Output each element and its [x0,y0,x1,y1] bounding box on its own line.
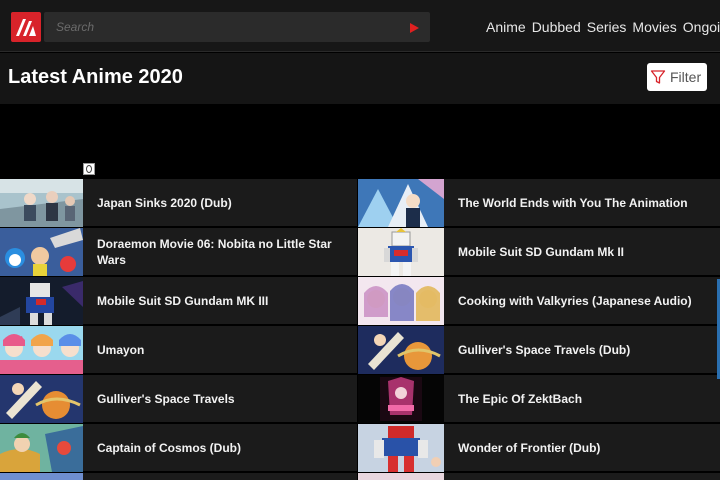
thumbnail [0,277,83,325]
item-title: Japan Sinks 2020 (Dub) [97,196,232,210]
list-item[interactable]: The World Ends with You The Animation [358,179,720,227]
play-triangle-icon[interactable] [408,21,420,33]
thumbnail [358,375,444,423]
list-item[interactable]: Gulliver's Space Travels (Dub) [358,326,720,374]
item-title: Captain of Cosmos (Dub) [97,441,241,455]
thumbnail [358,326,444,374]
list-item[interactable]: Captain of Cosmos (Dub) [0,424,357,472]
item-title: Wonder of Frontier (Dub) [458,441,601,455]
thumbnail [358,179,444,227]
search-input[interactable] [44,12,394,42]
list-item[interactable]: Japan Sinks 2020 (Dub) [0,179,357,227]
thumbnail [358,277,444,325]
info-icon[interactable] [83,163,95,175]
list-item[interactable]: Cooking with Valkyries (Japanese Audio) [358,277,720,325]
site-logo-icon[interactable] [11,12,41,42]
thumbnail [0,375,83,423]
thumbnail [358,424,444,472]
list-item[interactable] [358,473,720,480]
item-title: The World Ends with You The Animation [458,196,688,210]
nav-movies[interactable]: Movies [632,17,676,35]
list-item[interactable]: Wonder of Frontier (Dub) [358,424,720,472]
thumbnail [0,179,83,227]
item-title: Mobile Suit SD Gundam MK III [97,294,269,308]
nav-series[interactable]: Series [587,17,627,35]
list-item[interactable] [0,473,357,480]
site-header: Anime Dubbed Series Movies Ongoing [0,0,720,52]
list-item[interactable]: The Epic Of ZektBach [358,375,720,423]
item-title: Cooking with Valkyries (Japanese Audio) [458,294,692,308]
nav-dubbed[interactable]: Dubbed [532,17,581,35]
filter-label: Filter [670,69,702,85]
thumbnail [0,326,83,374]
page-title: Latest Anime 2020 [8,66,183,88]
thumbnail [358,228,444,276]
list-item[interactable]: Umayon [0,326,357,374]
title-bar: Latest Anime 2020 Filter [0,53,720,104]
list-item[interactable]: Mobile Suit SD Gundam Mk II [358,228,720,276]
thumbnail [0,228,83,276]
ad-banner [0,104,720,179]
item-title: Gulliver's Space Travels [97,392,235,406]
list-item[interactable]: Gulliver's Space Travels [0,375,357,423]
item-title: Mobile Suit SD Gundam Mk II [458,245,625,259]
nav-ongoing[interactable]: Ongoing [683,17,720,35]
list-item[interactable]: Doraemon Movie 06: Nobita no Little Star… [0,228,357,276]
anime-list: Japan Sinks 2020 (Dub) The World Ends wi… [0,179,720,480]
nav-anime[interactable]: Anime [486,17,526,35]
thumbnail [0,424,83,472]
main-nav: Anime Dubbed Series Movies Ongoing [480,0,720,52]
item-title: Gulliver's Space Travels (Dub) [458,343,631,357]
item-title: Doraemon Movie 06: Nobita no Little Star… [97,237,332,267]
list-item[interactable]: Mobile Suit SD Gundam MK III [0,277,357,325]
item-title: Umayon [97,343,145,357]
search-bar [44,12,430,42]
item-title: The Epic Of ZektBach [458,392,583,406]
funnel-icon [650,70,666,84]
thumbnail [358,473,444,480]
filter-button[interactable]: Filter [647,63,707,91]
thumbnail [0,473,83,480]
